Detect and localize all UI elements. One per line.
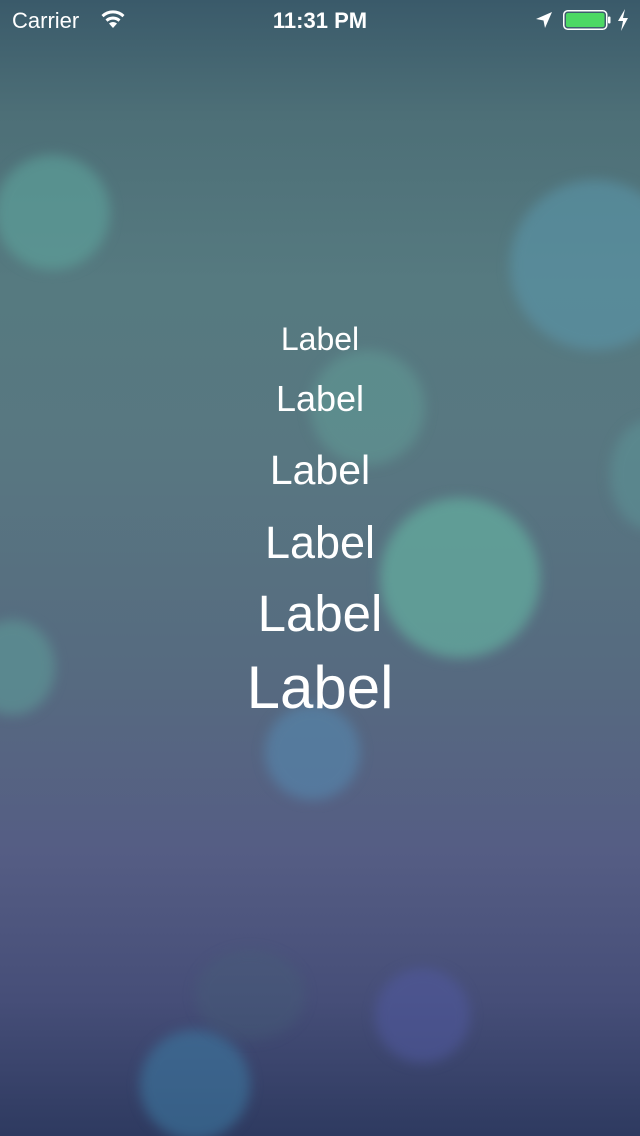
label-3: Label <box>269 447 371 493</box>
label-4: Label <box>264 517 376 568</box>
status-bar: Carrier 11:31 PM <box>0 0 640 40</box>
background-bokeh <box>0 155 110 270</box>
label-1: Label <box>280 321 360 357</box>
battery-icon <box>563 10 611 30</box>
label-5: Label <box>257 585 383 642</box>
background-bokeh <box>140 1030 250 1136</box>
app-screen: Carrier 11:31 PM Label Label Label Label… <box>0 0 640 1136</box>
charging-bolt-icon <box>618 9 628 31</box>
background-bokeh <box>195 950 305 1040</box>
background-bokeh <box>375 968 470 1063</box>
label-2: Label <box>275 378 365 419</box>
location-arrow-icon <box>536 12 552 28</box>
label-6: Label <box>246 654 394 721</box>
